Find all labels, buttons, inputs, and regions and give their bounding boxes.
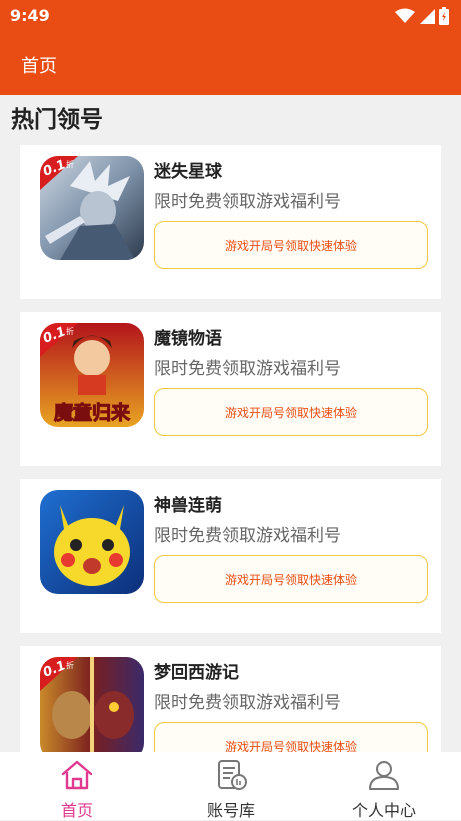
game-card[interactable]: 神兽连萌 限时免费领取游戏福利号 游戏开局号领取快速体验 (20, 479, 441, 633)
game-description: 限时免费领取游戏福利号 (154, 192, 341, 212)
game-name: 梦回西游记 (154, 663, 239, 683)
discount-badge: 0.1 折 (40, 156, 78, 190)
game-description: 限时免费领取游戏福利号 (154, 359, 341, 379)
discount-badge-unit: 折 (66, 661, 74, 670)
battery-icon (439, 7, 449, 25)
page-title: 首页 (21, 56, 57, 77)
claim-account-button[interactable]: 游戏开局号领取快速体验 (154, 221, 428, 269)
claim-account-button[interactable]: 游戏开局号领取快速体验 (154, 555, 428, 603)
game-thumbnail[interactable]: 魔童归来 0.1 折 (40, 323, 144, 427)
tab-label: 首页 (60, 801, 93, 820)
app-bar: 首页 (0, 34, 461, 95)
wifi-icon (395, 8, 415, 23)
status-time: 9:49 (10, 6, 50, 25)
game-thumbnail[interactable]: 0.1 折 (40, 657, 144, 761)
tab-personal-center[interactable]: 个人中心 (307, 752, 461, 820)
tab-label: 个人中心 (351, 801, 416, 820)
discount-badge: 0.1 折 (40, 323, 78, 357)
game-name: 迷失星球 (154, 162, 222, 182)
home-icon (61, 760, 93, 790)
discount-badge: 0.1 折 (40, 657, 78, 691)
status-bar: 9:49 (0, 0, 461, 34)
tab-account-library[interactable]: 账号库 (154, 752, 308, 820)
signal-icon (420, 9, 435, 24)
game-thumbnail[interactable]: 0.1 折 (40, 156, 144, 260)
game-thumbnail[interactable] (40, 490, 144, 594)
game-card[interactable]: 魔童归来 0.1 折 魔镜物语 限时免费领取游戏福利号 游戏开局号领取快速体验 (20, 312, 441, 466)
game-name: 魔镜物语 (154, 329, 222, 349)
status-icons (395, 6, 449, 26)
person-icon (369, 761, 399, 790)
discount-badge-unit: 折 (66, 327, 74, 336)
game-name: 神兽连萌 (154, 496, 222, 516)
bottom-tab-bar: 首页 账号库 个人中心 (0, 752, 461, 820)
game-description: 限时免费领取游戏福利号 (154, 693, 341, 713)
discount-badge-unit: 折 (66, 160, 74, 169)
section-title: 热门领号 (11, 107, 103, 133)
game-art-image (40, 490, 144, 594)
game-card[interactable]: 0.1 折 迷失星球 限时免费领取游戏福利号 游戏开局号领取快速体验 (20, 145, 441, 299)
game-art-text: 魔童归来 (54, 401, 130, 424)
tab-home[interactable]: 首页 (0, 752, 154, 820)
game-description: 限时免费领取游戏福利号 (154, 526, 341, 546)
tab-label: 账号库 (206, 801, 255, 820)
claim-account-button[interactable]: 游戏开局号领取快速体验 (154, 388, 428, 436)
account-library-icon (218, 760, 247, 790)
